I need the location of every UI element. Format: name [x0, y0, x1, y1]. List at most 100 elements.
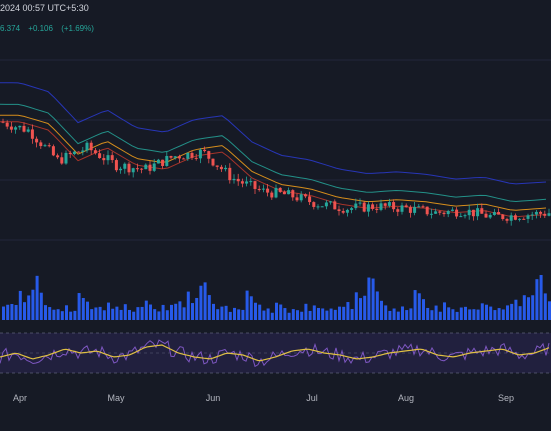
candle-body-61: [257, 188, 261, 190]
volume-bar-60: [254, 302, 257, 320]
candle-body-22: [93, 150, 97, 154]
candle-body-101: [425, 206, 429, 215]
volume-bar-56: [237, 309, 241, 320]
volume-bar-78: [329, 308, 333, 320]
volume-bar-50: [212, 303, 215, 320]
volume-bar-58: [245, 290, 249, 320]
volume-bar-5: [23, 302, 26, 320]
volume-bar-6: [27, 295, 31, 320]
candle-body-40: [169, 155, 173, 158]
candle-body-77: [324, 202, 328, 207]
volume-bar-110: [464, 306, 467, 320]
candle-body-89: [375, 208, 379, 210]
candle-body-48: [203, 149, 207, 152]
candle-body-50: [211, 158, 215, 166]
volume-bar-128: [539, 275, 543, 320]
volume-bar-109: [459, 307, 463, 320]
price-chart[interactable]: [0, 0, 551, 431]
volume-bar-55: [233, 307, 236, 320]
candle-body-10: [43, 145, 47, 147]
candle-body-90: [379, 203, 383, 210]
candle-body-39: [165, 155, 169, 166]
candle-body-49: [207, 151, 211, 159]
volume-bar-25: [107, 302, 110, 320]
candle-body-115: [484, 213, 488, 218]
volume-bar-21: [90, 309, 94, 320]
volume-bar-102: [430, 310, 434, 320]
volume-bar-96: [405, 310, 409, 320]
volume-bar-3: [14, 304, 18, 320]
candle-body-41: [173, 156, 177, 158]
candle-body-12: [51, 146, 55, 156]
candle-body-106: [446, 210, 450, 215]
candle-body-108: [455, 209, 459, 217]
volume-bar-37: [157, 311, 161, 320]
candle-body-47: [198, 149, 202, 159]
volume-bar-1: [6, 304, 10, 320]
candle-body-124: [522, 218, 526, 220]
candle-body-85: [358, 202, 362, 204]
volume-bar-86: [363, 295, 367, 320]
candle-body-110: [463, 215, 467, 217]
candle-body-28: [119, 168, 123, 171]
volume-bar-70: [296, 310, 299, 320]
candle-body-5: [22, 125, 26, 132]
volume-bar-42: [178, 301, 182, 320]
candle-body-96: [404, 205, 408, 208]
candle-body-30: [127, 163, 131, 173]
volume-bar-12: [52, 309, 56, 320]
candle-body-111: [467, 209, 471, 216]
volume-bar-112: [472, 309, 476, 320]
volume-bar-92: [388, 310, 392, 320]
volume-bar-8: [35, 275, 39, 320]
volume-bar-84: [354, 292, 358, 320]
volume-bar-30: [128, 309, 131, 320]
volume-bar-89: [375, 291, 379, 320]
volume-bar-9: [39, 292, 43, 320]
candle-body-78: [329, 201, 333, 203]
x-axis-label-may: May: [107, 393, 125, 403]
volume-bar-29: [123, 304, 127, 320]
volume-bar-105: [443, 302, 446, 320]
candle-body-54: [228, 167, 232, 181]
candle-body-129: [543, 213, 547, 216]
candle-body-9: [39, 142, 43, 147]
volume-bar-41: [174, 303, 178, 320]
volume-bar-14: [60, 311, 64, 320]
candle-body-112: [471, 209, 475, 217]
candle-body-100: [421, 206, 425, 208]
volume-bar-72: [304, 303, 308, 320]
volume-bar-126: [531, 295, 535, 320]
candle-body-117: [492, 212, 496, 215]
candle-body-38: [161, 159, 165, 166]
volume-bar-108: [455, 311, 459, 320]
volume-bar-66: [279, 304, 283, 320]
volume-bar-24: [102, 310, 106, 320]
candle-body-1: [5, 122, 9, 127]
candle-body-33: [140, 168, 144, 170]
volume-bar-11: [48, 307, 52, 320]
candle-body-99: [417, 206, 421, 208]
candle-body-52: [219, 166, 223, 170]
candle-body-0: [1, 121, 5, 123]
volume-bar-117: [493, 310, 497, 320]
candle-body-116: [488, 214, 492, 218]
candle-body-94: [396, 209, 400, 212]
candle-body-55: [232, 178, 236, 181]
volume-bar-18: [77, 293, 81, 320]
candle-body-128: [539, 211, 543, 214]
candle-body-53: [224, 167, 228, 170]
volume-bar-94: [396, 311, 400, 320]
volume-bar-19: [81, 298, 85, 320]
candle-body-56: [236, 178, 240, 182]
candle-body-57: [240, 181, 244, 184]
volume-bar-77: [325, 310, 329, 320]
volume-bar-104: [438, 311, 442, 320]
volume-bar-106: [447, 307, 451, 320]
volume-bar-71: [300, 311, 304, 320]
candle-body-64: [270, 192, 274, 198]
candle-body-72: [303, 194, 307, 197]
candle-body-31: [131, 168, 135, 173]
candle-body-75: [316, 206, 320, 208]
candle-body-121: [509, 215, 513, 221]
